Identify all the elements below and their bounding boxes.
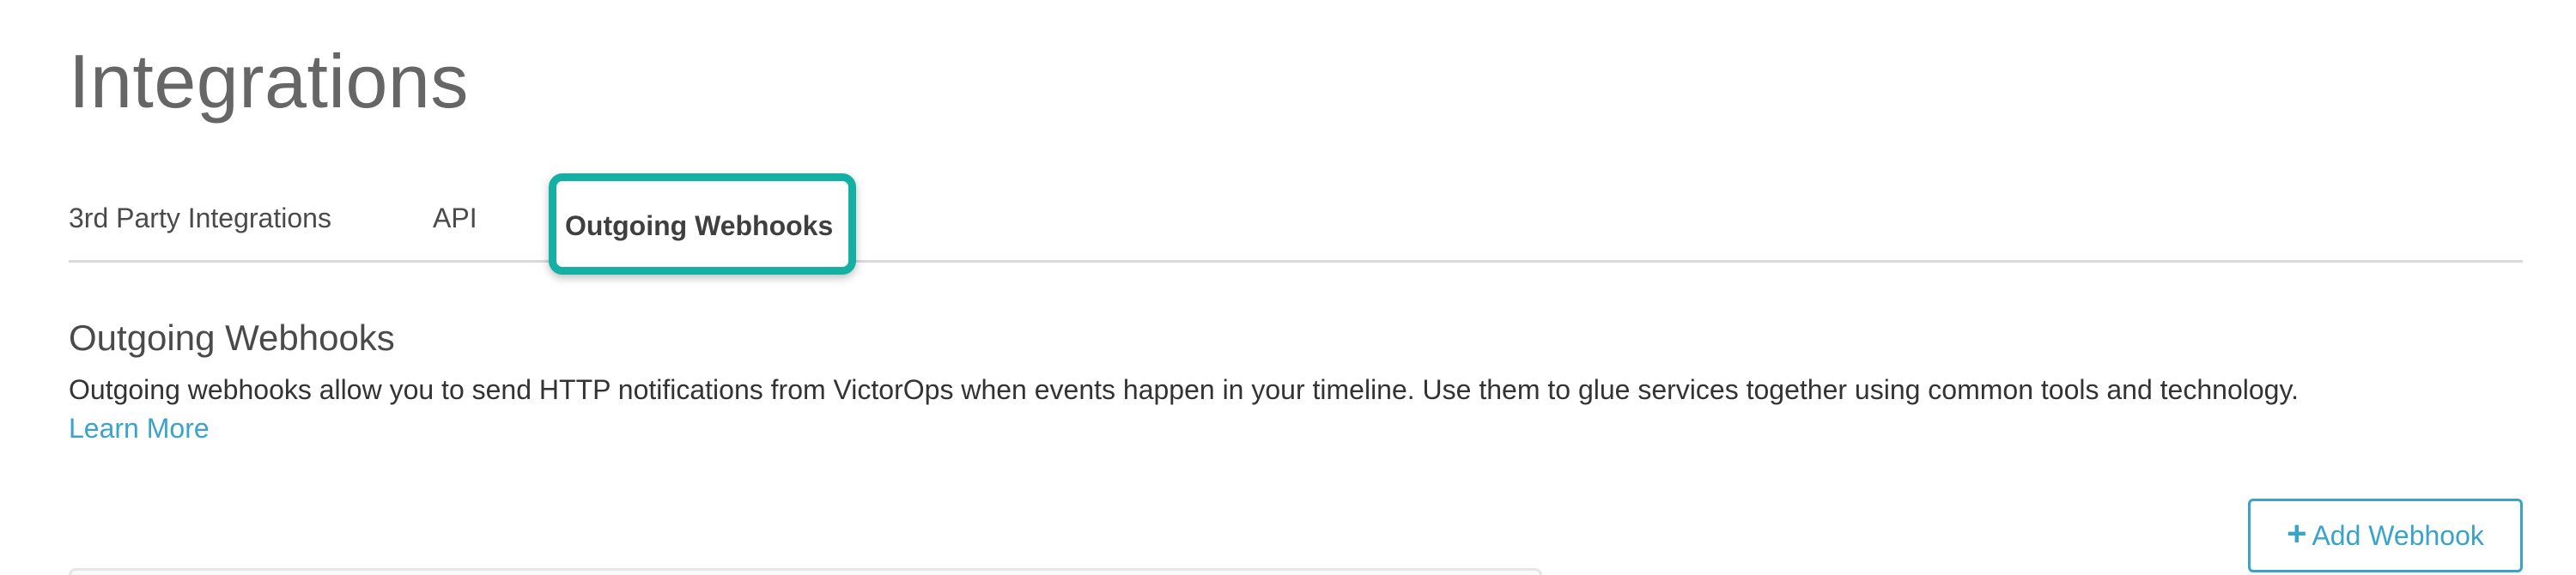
- add-webhook-button[interactable]: + Add Webhook: [2248, 499, 2523, 572]
- learn-more-link[interactable]: Learn More: [69, 413, 210, 445]
- page-title: Integrations: [69, 39, 469, 124]
- plus-icon: +: [2287, 515, 2307, 553]
- add-webhook-label: Add Webhook: [2312, 519, 2484, 551]
- section-description: Outgoing webhooks allow you to send HTTP…: [69, 374, 2299, 405]
- tab-outgoing-webhooks[interactable]: Outgoing Webhooks: [549, 173, 856, 275]
- tab-api[interactable]: API: [433, 203, 477, 234]
- webhooks-panel: [69, 568, 1542, 575]
- tab-outgoing-webhooks-label: Outgoing Webhooks: [565, 210, 834, 241]
- tab-3rd-party-integrations[interactable]: 3rd Party Integrations: [69, 203, 331, 234]
- tab-bar: 3rd Party Integrations API Outgoing Webh…: [69, 172, 2523, 275]
- section-title: Outgoing Webhooks: [69, 318, 395, 358]
- integrations-page: Integrations 3rd Party Integrations API …: [0, 0, 2576, 575]
